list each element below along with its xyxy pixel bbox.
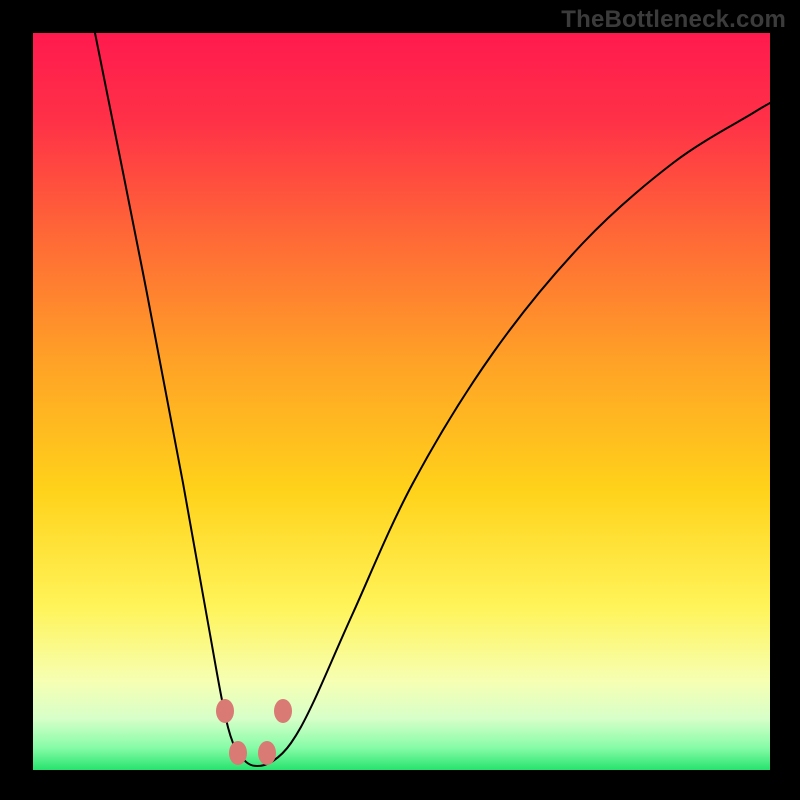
plot-svg — [33, 33, 770, 770]
curve-marker — [216, 699, 234, 723]
curve-marker — [258, 741, 276, 765]
curve-marker — [274, 699, 292, 723]
watermark-text: TheBottleneck.com — [561, 6, 786, 34]
gradient-background — [33, 33, 770, 770]
plot-area — [33, 33, 770, 770]
chart-frame: TheBottleneck.com — [0, 0, 800, 800]
curve-marker — [229, 741, 247, 765]
